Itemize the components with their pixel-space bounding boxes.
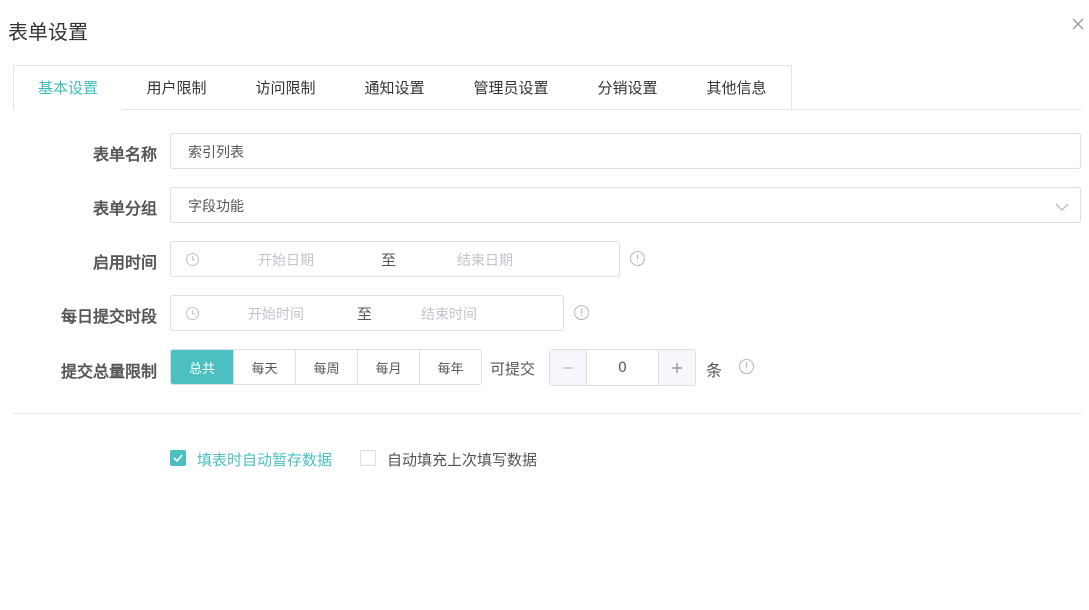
chevron-down-icon: [1055, 200, 1069, 216]
autosave-label[interactable]: 填表时自动暂存数据: [197, 449, 332, 470]
minus-icon: [563, 366, 573, 369]
tab-other-info[interactable]: 其他信息: [682, 65, 792, 110]
period-weekly-button[interactable]: 每周: [295, 350, 357, 384]
submit-limit-label: 提交总量限制: [60, 362, 157, 381]
tab-distribution-settings[interactable]: 分销设置: [573, 65, 683, 110]
period-daily-button[interactable]: 每天: [233, 350, 295, 384]
clock-icon: [185, 306, 200, 325]
close-icon[interactable]: [1068, 14, 1088, 34]
form-group-label: 表单分组: [92, 199, 157, 218]
period-segmented-control: 总共 每天 每周 每月 每年: [170, 349, 482, 385]
daily-end-placeholder: 结束时间: [421, 307, 477, 323]
autofill-checkbox[interactable]: [360, 450, 376, 466]
enable-end-placeholder: 结束日期: [457, 253, 513, 269]
increment-button[interactable]: [658, 350, 695, 385]
check-icon: [173, 454, 183, 463]
daily-period-label: 每日提交时段: [60, 307, 157, 326]
daily-period-range[interactable]: 开始时间 至 结束时间: [170, 295, 564, 331]
submit-count-stepper[interactable]: 0: [549, 349, 696, 386]
dialog-title: 表单设置: [8, 20, 88, 44]
range-separator: 至: [381, 251, 397, 269]
period-total-button[interactable]: 总共: [171, 350, 233, 384]
decrement-button[interactable]: [550, 350, 587, 385]
autosave-checkbox[interactable]: [170, 450, 186, 466]
range-separator: 至: [357, 305, 373, 323]
section-divider: [13, 413, 1081, 414]
info-icon[interactable]: [738, 358, 755, 379]
period-yearly-button[interactable]: 每年: [419, 350, 481, 384]
info-icon[interactable]: [573, 304, 590, 325]
tab-notify-settings[interactable]: 通知设置: [340, 65, 450, 110]
form-name-label: 表单名称: [92, 145, 157, 164]
enable-time-label: 启用时间: [92, 253, 157, 272]
form-group-select[interactable]: 字段功能: [170, 187, 1081, 223]
autofill-label[interactable]: 自动填充上次填写数据: [387, 449, 537, 470]
form-name-value: 索引列表: [188, 145, 244, 161]
submit-unit-text: 条: [706, 361, 723, 380]
enable-time-range[interactable]: 开始日期 至 结束日期: [170, 241, 620, 277]
info-icon[interactable]: [629, 250, 646, 271]
tab-bar: 基本设置 用户限制 访问限制 通知设置 管理员设置 分销设置 其他信息: [13, 65, 1081, 110]
tab-admin-settings[interactable]: 管理员设置: [449, 65, 574, 110]
period-monthly-button[interactable]: 每月: [357, 350, 419, 384]
clock-icon: [185, 252, 200, 271]
enable-start-placeholder: 开始日期: [258, 253, 314, 269]
daily-start-placeholder: 开始时间: [248, 307, 304, 323]
plus-icon: [672, 362, 682, 373]
submit-count-value[interactable]: 0: [587, 350, 658, 385]
tab-basic-settings[interactable]: 基本设置: [13, 65, 123, 110]
submit-prefix-text: 可提交: [490, 360, 536, 378]
form-name-input[interactable]: 索引列表: [170, 133, 1081, 169]
tab-access-limit[interactable]: 访问限制: [231, 65, 341, 110]
form-group-value: 字段功能: [188, 199, 244, 215]
tab-user-limit[interactable]: 用户限制: [122, 65, 232, 110]
